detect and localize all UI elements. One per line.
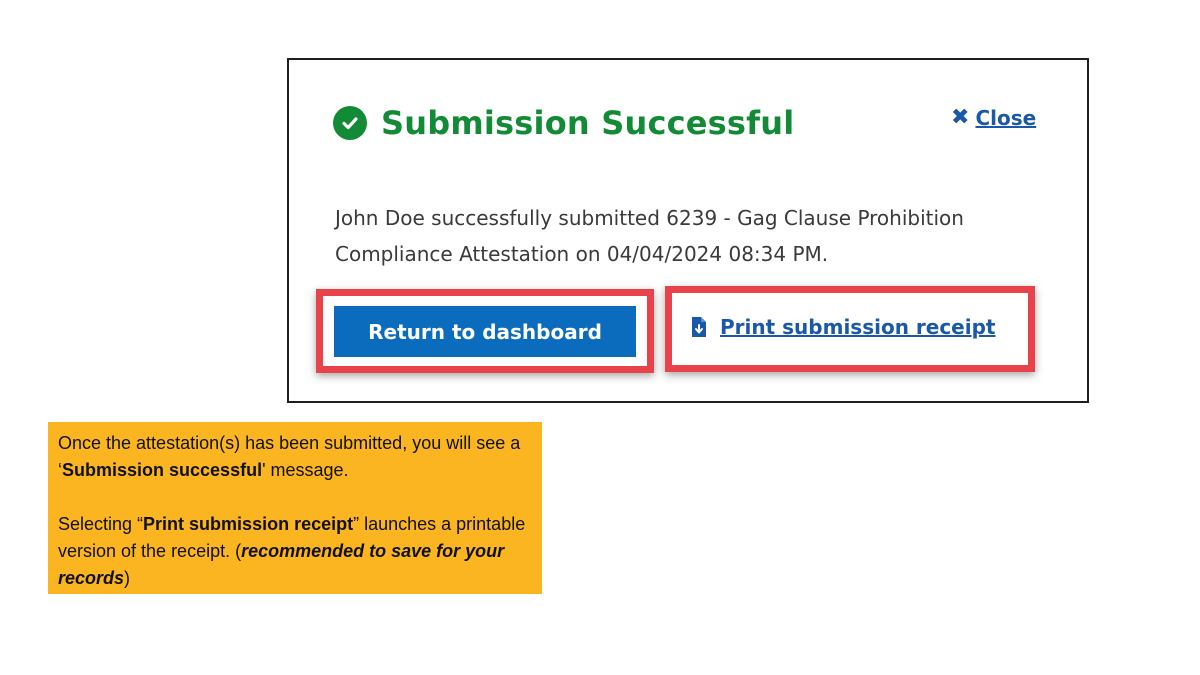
instruction-callout: Once the attestation(s) has been submitt… (48, 422, 542, 594)
print-link-highlight: Print submission receipt (665, 286, 1035, 372)
callout-paragraph-1: Once the attestation(s) has been submitt… (58, 430, 532, 484)
modal-header: Submission Successful (333, 104, 794, 142)
check-circle-icon (333, 106, 367, 140)
file-download-icon (690, 316, 708, 338)
callout-bold-text: Print submission receipt (143, 514, 354, 534)
close-x-icon: ✖ (951, 105, 970, 130)
close-button[interactable]: ✖ Close (951, 106, 1036, 130)
callout-paragraph-2: Selecting “Print submission receipt” lau… (58, 511, 532, 592)
submission-modal: Submission Successful ✖ Close John Doe s… (287, 58, 1089, 403)
print-submission-receipt-label[interactable]: Print submission receipt (720, 315, 995, 339)
callout-bold-text: Submission successful (62, 460, 263, 480)
callout-text: ' message. (262, 460, 349, 480)
return-button-highlight: Return to dashboard (316, 289, 654, 373)
close-label[interactable]: Close (975, 106, 1036, 130)
success-message-line-1: John Doe successfully submitted 6239 - G… (335, 206, 964, 230)
return-to-dashboard-button[interactable]: Return to dashboard (334, 306, 636, 357)
callout-text: Selecting “ (58, 514, 144, 534)
success-message: John Doe successfully submitted 6239 - G… (335, 200, 1055, 272)
modal-title: Submission Successful (381, 104, 795, 142)
print-submission-receipt-link[interactable]: Print submission receipt (690, 315, 995, 339)
callout-text: ) (124, 568, 131, 588)
success-message-line-2: Compliance Attestation on 04/04/2024 08:… (335, 242, 829, 266)
